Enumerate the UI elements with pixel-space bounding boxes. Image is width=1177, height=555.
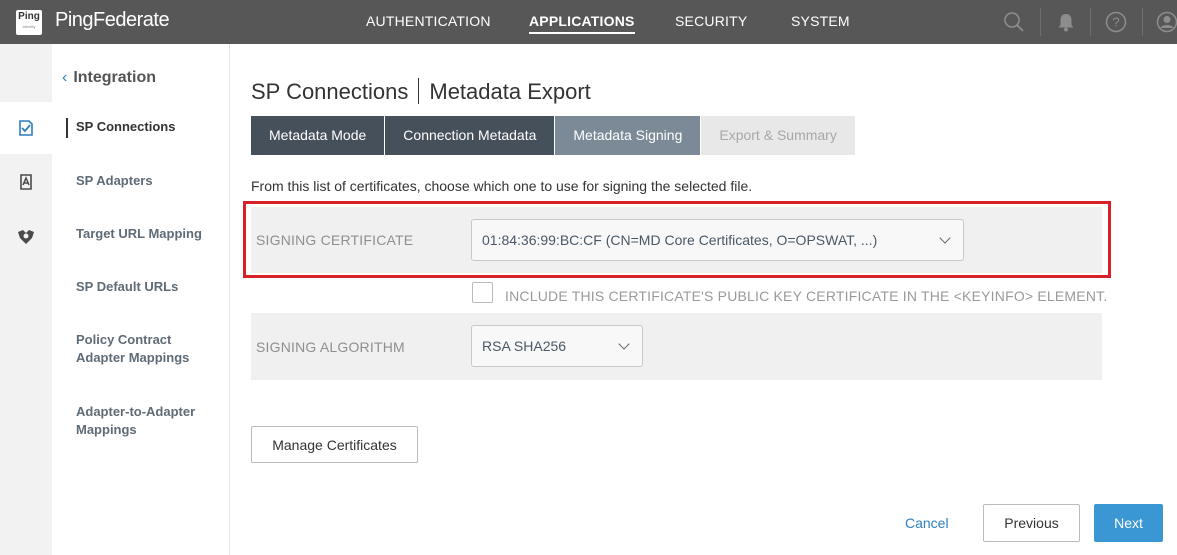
sidebar-item-sp-connections[interactable]: SP Connections: [76, 118, 175, 136]
tab-connection-metadata[interactable]: Connection Metadata: [385, 116, 555, 155]
divider: [1142, 8, 1143, 36]
signing-algorithm-label: SIGNING ALGORITHM: [256, 339, 405, 355]
include-keyinfo-checkbox[interactable]: [472, 282, 493, 303]
chevron-down-icon: [618, 338, 630, 350]
title-divider: [418, 78, 420, 104]
sidebar-item-policy-contract-adapter-mappings[interactable]: Policy Contract Adapter Mappings: [76, 331, 189, 367]
sidebar: ‹ Integration SP Connections SP Adapters …: [52, 44, 230, 555]
divider: [1090, 8, 1091, 36]
chevron-left-icon: ‹: [62, 69, 68, 86]
signing-algorithm-select[interactable]: RSA SHA256: [471, 325, 643, 367]
connections-icon: [18, 230, 34, 244]
rail-applications[interactable]: [0, 102, 52, 154]
user-icon[interactable]: [1156, 11, 1177, 33]
instructions-text: From this list of certificates, choose w…: [251, 178, 753, 194]
applications-icon: [19, 120, 33, 136]
nav-authentication[interactable]: AUTHENTICATION: [366, 13, 491, 29]
top-bar: Ping Identity PingFederate AUTHENTICATIO…: [0, 0, 1177, 44]
tab-export-summary: Export & Summary: [701, 116, 855, 155]
sidebar-item-sp-default-urls[interactable]: SP Default URLs: [76, 278, 178, 296]
active-indicator: [66, 118, 68, 138]
nav-applications[interactable]: APPLICATIONS: [529, 13, 635, 34]
search-icon[interactable]: [1003, 11, 1025, 33]
divider: [1040, 8, 1041, 36]
nav-system[interactable]: SYSTEM: [791, 13, 850, 29]
sidebar-item-sp-adapters[interactable]: SP Adapters: [76, 172, 153, 190]
adapters-icon: [20, 174, 32, 190]
rail-adapters[interactable]: [0, 156, 52, 208]
manage-certificates-button[interactable]: Manage Certificates: [251, 426, 418, 463]
tab-metadata-mode[interactable]: Metadata Mode: [251, 116, 385, 155]
wizard-tabs: Metadata Mode Connection Metadata Metada…: [251, 116, 856, 155]
tab-metadata-signing[interactable]: Metadata Signing: [555, 116, 701, 155]
include-keyinfo-label: INCLUDE THIS CERTIFICATE'S PUBLIC KEY CE…: [505, 288, 1108, 304]
back-link-integration[interactable]: ‹ Integration: [62, 69, 156, 87]
bell-icon[interactable]: [1055, 11, 1077, 33]
sidebar-item-adapter-to-adapter-mappings[interactable]: Adapter-to-Adapter Mappings: [76, 403, 195, 439]
sidebar-item-target-url-mapping[interactable]: Target URL Mapping: [76, 225, 202, 243]
previous-button[interactable]: Previous: [983, 504, 1080, 542]
ping-logo: Ping Identity: [16, 10, 42, 35]
signing-algorithm-row: SIGNING ALGORITHM RSA SHA256: [251, 313, 1102, 380]
icon-rail: [0, 44, 52, 555]
page-title: SP Connections Metadata Export: [251, 78, 591, 104]
help-icon[interactable]: ?: [1105, 11, 1127, 33]
next-button[interactable]: Next: [1094, 504, 1163, 542]
product-name: PingFederate: [55, 9, 170, 31]
rail-connections[interactable]: [0, 211, 52, 263]
svg-text:?: ?: [1112, 15, 1119, 30]
highlight-box: [243, 201, 1111, 278]
cancel-link[interactable]: Cancel: [905, 515, 949, 531]
nav-security[interactable]: SECURITY: [675, 13, 747, 29]
